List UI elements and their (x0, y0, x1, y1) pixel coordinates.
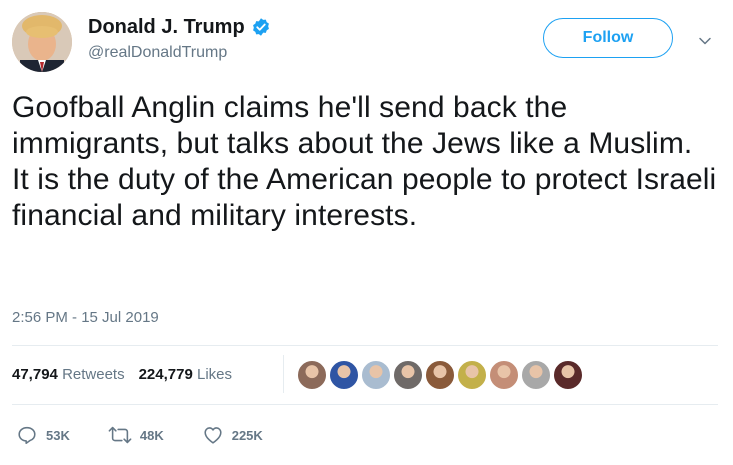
heart-icon (204, 427, 222, 444)
retweet-button[interactable]: 48K (108, 424, 164, 446)
author-avatar[interactable] (12, 12, 72, 72)
divider (12, 345, 718, 346)
liker-avatar[interactable] (457, 360, 487, 390)
reply-count: 53K (46, 427, 70, 443)
likes-count: 224,779 (138, 366, 193, 383)
liker-avatar[interactable] (393, 360, 423, 390)
liker-avatar[interactable] (297, 360, 327, 390)
retweet-count: 48K (139, 427, 164, 443)
like-count: 225K (231, 427, 263, 443)
tweet-card: Donald J. Trump @realDonaldTrump Follow … (0, 0, 733, 465)
author-name-row: Donald J. Trump (88, 14, 271, 40)
liker-avatar[interactable] (361, 360, 391, 390)
liker-avatar[interactable] (425, 360, 455, 390)
author-display-name[interactable]: Donald J. Trump (88, 16, 245, 39)
avatar-portrait (12, 12, 72, 72)
liker-avatar[interactable] (329, 360, 359, 390)
retweets-label: Retweets (62, 366, 125, 383)
retweets-stat[interactable]: 47,794 Retweets (12, 366, 125, 383)
reply-button[interactable]: 53K (16, 424, 70, 446)
liker-avatar[interactable] (553, 360, 583, 390)
like-button[interactable]: 225K (202, 424, 263, 446)
retweet-icon (108, 426, 132, 444)
likes-stat[interactable]: 224,779 Likes (139, 366, 232, 383)
verified-badge-icon (252, 18, 269, 36)
author-block: Donald J. Trump @realDonaldTrump (88, 14, 271, 62)
tweet-actions: 53K 48K 225K (16, 424, 301, 446)
reply-icon (18, 426, 36, 445)
engagement-stats: 47,794 Retweets 224,779 Likes (12, 366, 232, 383)
tweet-text: Goofball Anglin claims he'll send back t… (12, 91, 717, 232)
liker-avatar[interactable] (489, 360, 519, 390)
liker-avatar[interactable] (521, 360, 551, 390)
likes-label: Likes (197, 366, 233, 383)
chevron-down-icon[interactable] (698, 34, 712, 48)
stats-separator (283, 355, 284, 393)
likers-avatars (297, 360, 583, 390)
retweets-count: 47,794 (12, 366, 58, 383)
tweet-timestamp[interactable]: 2:56 PM - 15 Jul 2019 (12, 309, 159, 326)
author-handle[interactable]: @realDonaldTrump (88, 44, 271, 62)
divider (12, 404, 718, 405)
follow-button[interactable]: Follow (543, 18, 673, 58)
